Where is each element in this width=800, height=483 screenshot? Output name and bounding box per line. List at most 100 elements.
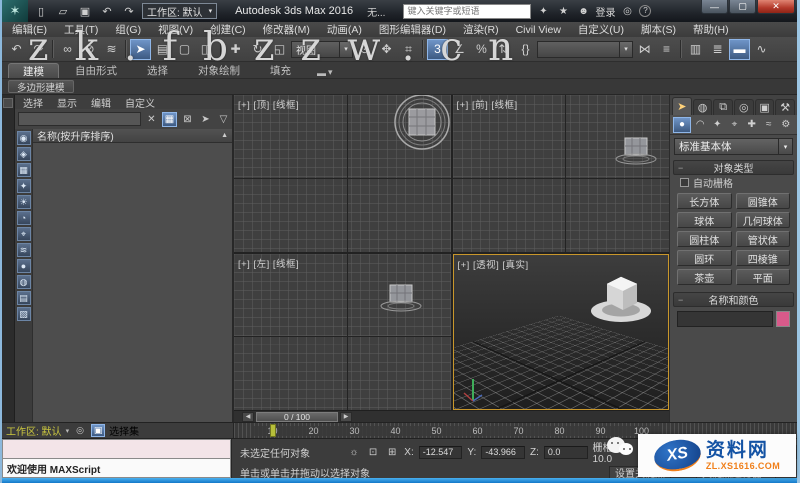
save-file-icon[interactable]: ▣	[76, 3, 94, 19]
explorer-filter-icon[interactable]: ◈	[16, 147, 31, 161]
redo-icon[interactable]: ↷	[28, 39, 49, 60]
cameras-icon[interactable]: ⌖	[726, 117, 742, 133]
3dsmax-logo-icon[interactable]: ✶	[2, 0, 28, 22]
prompt-light-icon[interactable]: ☼	[347, 447, 361, 458]
undo-icon[interactable]: ↶	[6, 39, 27, 60]
menu-customize[interactable]: 自定义(U)	[578, 22, 624, 37]
close-button[interactable]: ✕	[757, 0, 795, 14]
filter-funnel-icon[interactable]: ▽	[216, 112, 231, 127]
sign-in-link[interactable]: 登录	[595, 4, 615, 19]
explorer-menu-display[interactable]: 显示	[57, 95, 77, 110]
viewport-top-label[interactable]: [+] [顶] [线框]	[238, 97, 299, 111]
next-frame-button[interactable]: ▶	[340, 411, 352, 422]
explorer-menu-edit[interactable]: 编辑	[91, 95, 111, 110]
primitive-category-dropdown[interactable]: 标准基本体 ▾	[674, 138, 793, 155]
menu-rendering[interactable]: 渲染(R)	[463, 22, 499, 37]
tab-utilities-icon[interactable]: ⚒	[775, 99, 796, 115]
primitive-button-pyramid[interactable]: 四棱锥	[735, 250, 790, 266]
tab-modify-icon[interactable]: ◍	[692, 99, 713, 115]
previous-frame-button[interactable]: ◀	[242, 411, 254, 422]
use-center-icon[interactable]: ⊙	[354, 39, 375, 60]
named-selection-dropdown[interactable]: ▾	[537, 40, 633, 58]
tab-create-icon[interactable]: ➤	[672, 97, 692, 115]
explorer-filter-icon[interactable]: ☀	[16, 195, 31, 209]
explorer-filter-icon[interactable]: ⌖	[16, 227, 31, 241]
percent-snap-icon[interactable]: %	[471, 39, 492, 60]
reference-coordsys-dropdown[interactable]: 视图 ▾	[291, 40, 353, 58]
menu-civil-view[interactable]: Civil View	[516, 24, 561, 36]
minimize-button[interactable]: —	[701, 0, 728, 14]
z-coordinate-field[interactable]: 0.0	[543, 445, 588, 459]
spacewarps-icon[interactable]: ≈	[761, 117, 777, 133]
ribbon-tab-objectpaint[interactable]: 对象绘制	[184, 63, 254, 78]
select-scale-icon[interactable]: ◱	[269, 39, 290, 60]
explorer-filter-icon[interactable]: ◉	[16, 131, 31, 145]
absolute-offset-toggle-icon[interactable]: ⊞	[385, 447, 399, 458]
tab-display-icon[interactable]: ▣	[754, 99, 775, 115]
ribbon-toggle-icon[interactable]: ▬	[729, 38, 750, 60]
maxscript-mini-listener[interactable]: 欢迎使用 MAXScript	[2, 439, 232, 478]
menu-scripting[interactable]: 脚本(S)	[641, 22, 676, 37]
bottom-workspace-label[interactable]: 工作区: 默认	[6, 423, 62, 438]
time-slider-thumb[interactable]: 0 / 100	[256, 411, 338, 422]
favorites-star-icon[interactable]: ★	[555, 6, 571, 17]
explorer-column-header[interactable]: 名称(按升序排序) ▲	[33, 129, 232, 143]
select-rotate-icon[interactable]: ↻	[247, 39, 268, 60]
geometry-icon[interactable]: ●	[673, 116, 692, 133]
exchange-apps-icon[interactable]: ◎	[619, 6, 635, 17]
x-coordinate-field[interactable]: -12.547	[418, 445, 463, 459]
polygon-modeling-panel-button[interactable]: 多边形建模	[8, 80, 74, 94]
select-manipulate-icon[interactable]: ✥	[376, 39, 397, 60]
angle-snap-icon[interactable]: ∠	[449, 39, 470, 60]
menu-tools[interactable]: 工具(T)	[64, 22, 98, 37]
viewport-front[interactable]: [+] [前] [线框]	[452, 95, 669, 252]
menu-help[interactable]: 帮助(H)	[693, 22, 729, 37]
isolate-selection-icon[interactable]: ◎	[73, 424, 87, 437]
snap-toggle-3d-icon[interactable]: 3	[427, 38, 448, 60]
listener-macro-line[interactable]	[2, 439, 231, 458]
search-input[interactable]	[403, 3, 532, 19]
primitive-button-sphere[interactable]: 球体	[677, 212, 732, 228]
menu-graph-editors[interactable]: 图形编辑器(D)	[379, 22, 446, 37]
menu-create[interactable]: 创建(C)	[210, 22, 246, 37]
explorer-filter-icon[interactable]: ▧	[16, 307, 31, 321]
undo-quick-icon[interactable]: ↶	[98, 3, 116, 19]
primitive-button-torus[interactable]: 圆环	[677, 250, 732, 266]
explorer-menu-customize[interactable]: 自定义	[125, 95, 155, 110]
spinner-snap-icon[interactable]: ⇅	[493, 39, 514, 60]
primitive-button-box[interactable]: 长方体	[677, 193, 732, 209]
menu-modifiers[interactable]: 修改器(M)	[263, 22, 310, 37]
menu-views[interactable]: 视图(V)	[158, 22, 193, 37]
explorer-object-list[interactable]: 名称(按升序排序) ▲	[33, 129, 232, 422]
help-icon[interactable]: ?	[639, 5, 652, 17]
layer-manager-icon[interactable]: ≣	[707, 39, 728, 60]
helpers-icon[interactable]: ✚	[744, 117, 760, 133]
explorer-filter-icon[interactable]: ≋	[16, 243, 31, 257]
align-icon[interactable]: ≡	[656, 39, 677, 60]
bind-spacewarp-icon[interactable]: ≋	[101, 39, 122, 60]
object-type-rollout-header[interactable]: − 对象类型	[673, 160, 794, 175]
explorer-filter-icon[interactable]: ▦	[16, 163, 31, 177]
viewport-perspective-label[interactable]: [+] [透视] [真实]	[458, 257, 529, 271]
explorer-filter-icon[interactable]: ▤	[16, 291, 31, 305]
tab-motion-icon[interactable]: ◎	[734, 99, 754, 115]
selection-region-icon[interactable]: ▢	[174, 39, 195, 60]
systems-icon[interactable]: ⚙	[778, 117, 794, 133]
explorer-filter-icon[interactable]: ◔	[16, 211, 31, 225]
explorer-select-mode-icon[interactable]: ▦	[162, 111, 177, 127]
primitive-button-cylinder[interactable]: 圆柱体	[677, 231, 732, 247]
menu-animation[interactable]: 动画(A)	[327, 22, 362, 37]
primitive-button-teapot[interactable]: 茶壶	[677, 269, 732, 285]
explorer-menu-select[interactable]: 选择	[23, 95, 43, 110]
tab-hierarchy-icon[interactable]: ⧉	[713, 99, 734, 115]
keyboard-override-icon[interactable]: ⌗	[398, 39, 419, 60]
ribbon-tab-populate[interactable]: 填充	[256, 63, 305, 78]
explorer-filter-icon[interactable]: ✦	[16, 179, 31, 193]
selection-lock-icon[interactable]: ▣	[91, 424, 106, 437]
primitive-button-tube[interactable]: 管状体	[735, 231, 790, 247]
clear-search-icon[interactable]: ✕	[144, 112, 159, 127]
explorer-filter-icon[interactable]: ◍	[16, 275, 31, 289]
listener-script-line[interactable]: 欢迎使用 MAXScript	[2, 458, 231, 478]
current-frame-marker[interactable]	[270, 424, 276, 437]
mirror-icon[interactable]: ⋈	[634, 39, 655, 60]
